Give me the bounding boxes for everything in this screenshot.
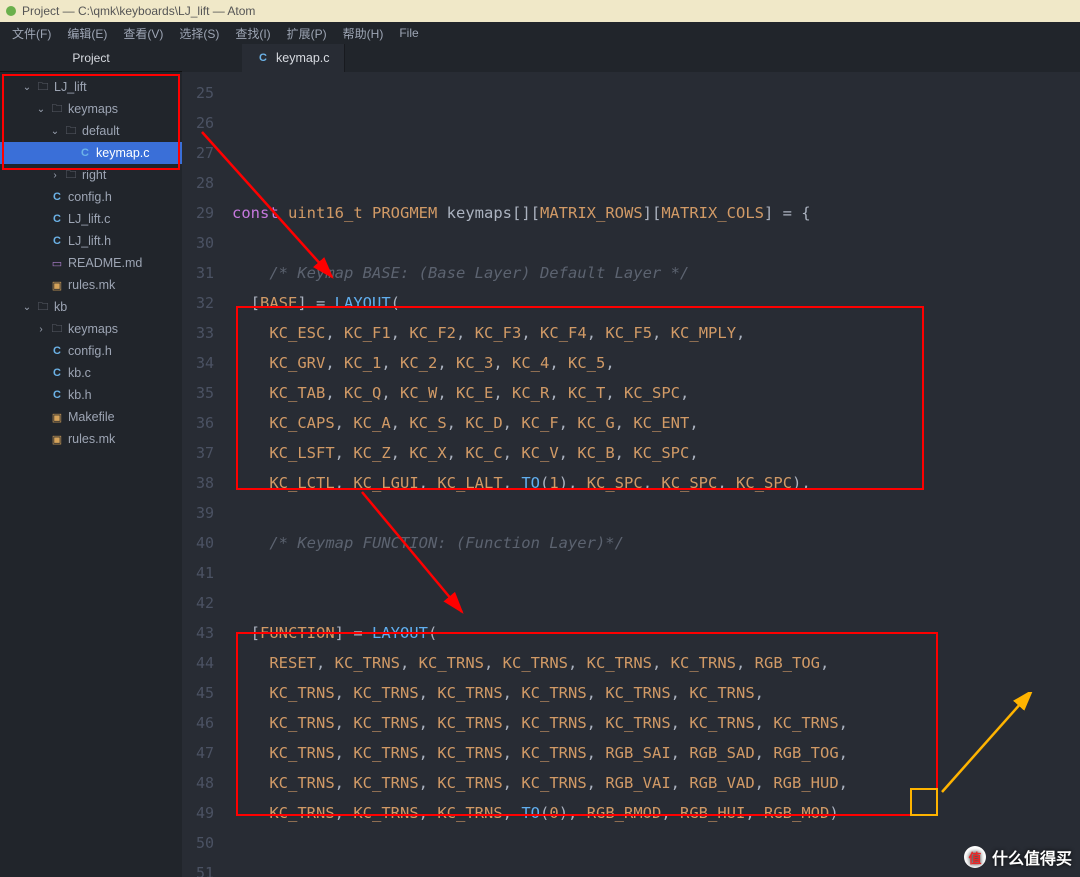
menu-packages[interactable]: 扩展(P) xyxy=(279,25,335,42)
tree-item-config-h[interactable]: Cconfig.h xyxy=(0,340,182,362)
menu-file-en[interactable]: File xyxy=(391,26,426,40)
tree-item-config-h[interactable]: Cconfig.h xyxy=(0,186,182,208)
chevron-down-icon: ⌄ xyxy=(36,104,46,115)
tree-item-label: LJ_lift.h xyxy=(68,234,111,248)
window-title: Project — C:\qmk\keyboards\LJ_lift — Ato… xyxy=(22,4,255,18)
menu-file[interactable]: 文件(F) xyxy=(4,25,59,42)
tree-item-kb-h[interactable]: Ckb.h xyxy=(0,384,182,406)
tree-item-default[interactable]: ⌄ 🗀 default xyxy=(0,120,182,142)
sidebar: Project ⌄ 🗀 LJ_lift ⌄ 🗀 keymaps ⌄ 🗀 default Ckeym… xyxy=(0,44,182,877)
c-file-icon: C xyxy=(50,366,64,380)
menu-edit[interactable]: 编辑(E) xyxy=(59,25,115,42)
tree-item-label: LJ_lift.c xyxy=(68,212,110,226)
tree-item-label: keymaps xyxy=(68,322,118,336)
folder-icon: 🗀 xyxy=(50,102,64,116)
tree-item-label: default xyxy=(82,124,120,138)
gutter: 25 26 27 28 29 30 31 32 33 34 35 36 37 3… xyxy=(182,72,222,877)
md-file-icon: ▭ xyxy=(50,256,64,270)
tree-item-label: right xyxy=(82,168,106,182)
tree-item-label: kb.h xyxy=(68,388,92,402)
tree-item-lj-lift-c[interactable]: C LJ_lift.c xyxy=(0,208,182,230)
sidebar-header: Project xyxy=(0,44,182,72)
chevron-down-icon: ⌄ xyxy=(50,126,60,137)
tree-item-label: Makefile xyxy=(68,410,115,424)
tree-item-makefile[interactable]: ▣ Makefile xyxy=(0,406,182,428)
app-icon xyxy=(6,6,16,16)
folder-icon: 🗀 xyxy=(50,322,64,336)
c-file-icon: C xyxy=(50,388,64,402)
chevron-down-icon: ⌄ xyxy=(22,302,32,313)
file-tree: ⌄ 🗀 LJ_lift ⌄ 🗀 keymaps ⌄ 🗀 default Ckeymap.c › 🗀 ri… xyxy=(0,72,182,450)
tree-item-label: README.md xyxy=(68,256,142,270)
c-file-icon: C xyxy=(50,212,64,226)
tree-item-keymap-c[interactable]: Ckeymap.c xyxy=(0,142,182,164)
chevron-right-icon: › xyxy=(50,170,60,181)
tree-item-label: kb xyxy=(54,300,67,314)
tree-item-right[interactable]: › 🗀 right xyxy=(0,164,182,186)
tree-item-label: config.h xyxy=(68,344,112,358)
tree-item-keymaps[interactable]: › 🗀 keymaps xyxy=(0,318,182,340)
mk-file-icon: ▣ xyxy=(50,432,64,446)
folder-icon: 🗀 xyxy=(36,80,50,94)
tree-item-keymaps[interactable]: ⌄ 🗀 keymaps xyxy=(0,98,182,120)
annotation-arrow-3 xyxy=(932,692,1052,812)
chevron-down-icon: ⌄ xyxy=(22,82,32,93)
mk-file-icon: ▣ xyxy=(50,410,64,424)
menubar: 文件(F) 编辑(E) 查看(V) 选择(S) 查找(I) 扩展(P) 帮助(H… xyxy=(0,22,1080,44)
mk-file-icon: ▣ xyxy=(50,278,64,292)
tree-item-label: config.h xyxy=(68,190,112,204)
chevron-right-icon: › xyxy=(36,324,46,335)
c-file-icon: C xyxy=(50,344,64,358)
menu-find[interactable]: 查找(I) xyxy=(227,25,278,42)
tree-item-kb[interactable]: ⌄ 🗀 kb xyxy=(0,296,182,318)
window-titlebar: Project — C:\qmk\keyboards\LJ_lift — Ato… xyxy=(0,0,1080,22)
tree-item-label: kb.c xyxy=(68,366,91,380)
code-area[interactable]: 25 26 27 28 29 30 31 32 33 34 35 36 37 3… xyxy=(182,72,1080,877)
folder-icon: 🗀 xyxy=(64,124,78,138)
menu-view[interactable]: 查看(V) xyxy=(115,25,171,42)
menu-help[interactable]: 帮助(H) xyxy=(335,25,392,42)
tab-keymap-c[interactable]: C keymap.c xyxy=(242,44,345,72)
folder-icon: 🗀 xyxy=(64,168,78,182)
watermark-text: 什么值得买 xyxy=(992,845,1072,869)
tree-item-label: rules.mk xyxy=(68,432,115,446)
tree-item-label: keymaps xyxy=(68,102,118,116)
c-file-icon: C xyxy=(50,190,64,204)
tree-item-readme-md[interactable]: ▭ README.md xyxy=(0,252,182,274)
c-file-icon: C xyxy=(78,146,92,160)
tree-item-kb-c[interactable]: Ckb.c xyxy=(0,362,182,384)
watermark-icon: 值 xyxy=(964,846,986,868)
annotation-box-paren xyxy=(910,788,938,816)
tree-item-rules-mk[interactable]: ▣ rules.mk xyxy=(0,428,182,450)
tabbar: C keymap.c xyxy=(182,44,1080,72)
editor: C keymap.c 25 26 27 28 29 30 31 32 33 34… xyxy=(182,44,1080,877)
tree-item-label: keymap.c xyxy=(96,146,150,160)
watermark: 值 什么值得买 xyxy=(964,845,1072,869)
tree-item-lj-lift-h[interactable]: C LJ_lift.h xyxy=(0,230,182,252)
tree-item-rules-mk[interactable]: ▣ rules.mk xyxy=(0,274,182,296)
c-file-icon: C xyxy=(50,234,64,248)
tree-item-lj-lift[interactable]: ⌄ 🗀 LJ_lift xyxy=(0,76,182,98)
tree-item-label: rules.mk xyxy=(68,278,115,292)
workspace: Project ⌄ 🗀 LJ_lift ⌄ 🗀 keymaps ⌄ 🗀 default Ckeym… xyxy=(0,44,1080,877)
tree-item-label: LJ_lift xyxy=(54,80,87,94)
folder-icon: 🗀 xyxy=(36,300,50,314)
annotation-arrow-2 xyxy=(342,482,492,632)
menu-select[interactable]: 选择(S) xyxy=(171,25,227,42)
c-file-icon: C xyxy=(256,51,270,65)
tab-label: keymap.c xyxy=(276,51,330,65)
code-body[interactable]: const uint16_t PROGMEM keymaps[][MATRIX_… xyxy=(222,72,1080,877)
